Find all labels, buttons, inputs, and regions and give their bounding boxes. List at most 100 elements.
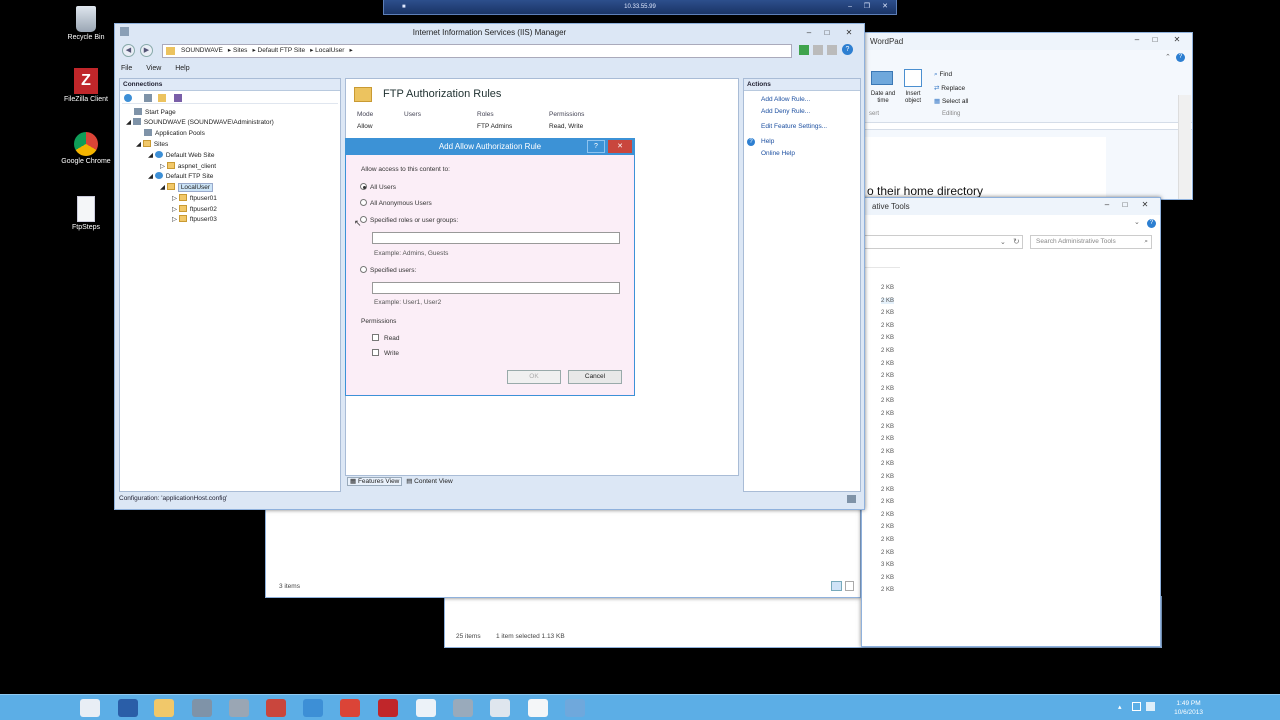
wordpad-icon[interactable] (528, 699, 548, 717)
close-remote-icon[interactable]: ✕ (882, 0, 888, 14)
replace-button[interactable]: ⇄ Replace (934, 84, 965, 92)
shortcut-icon[interactable] (490, 699, 510, 717)
address-bar[interactable]: SOUNDWAVE ▸ Sites ▸ Default FTP Site ▸ Loca… (162, 44, 792, 58)
network-tray-icon[interactable] (1146, 702, 1155, 711)
add-deny-rule-link[interactable]: Add Deny Rule... (761, 108, 810, 115)
help-icon[interactable]: ? (1176, 53, 1185, 62)
tree-default-web-site[interactable]: ◢ Default Web Site (148, 151, 214, 160)
content-view-tab[interactable]: ▤ Content View (406, 478, 453, 485)
features-view-tab[interactable]: ▦ Features View (347, 477, 403, 486)
radio-all-anonymous[interactable]: All Anonymous Users (360, 199, 432, 207)
desktop-icon-recycle-bin[interactable]: Recycle Bin (61, 6, 111, 42)
write-checkbox[interactable]: Write (372, 349, 399, 357)
dialog-close-button[interactable]: ✕ (608, 140, 632, 153)
filezilla-icon[interactable] (378, 699, 398, 717)
rule-permissions[interactable]: Read, Write (549, 123, 583, 130)
tree-default-ftp-site[interactable]: ◢ Default FTP Site (148, 172, 213, 181)
tree-app-pools[interactable]: Application Pools (144, 129, 205, 138)
column-header[interactable] (862, 254, 900, 268)
rule-mode[interactable]: Allow (357, 123, 373, 130)
tools-icon[interactable] (229, 699, 249, 717)
vertical-scrollbar[interactable] (1149, 254, 1160, 646)
insert-object-button[interactable]: Insert object (900, 91, 926, 105)
tree-ftpuser02[interactable]: ▷ ftpuser02 (172, 205, 217, 214)
network-icon[interactable] (453, 699, 473, 717)
tray-arrow-icon[interactable]: ▴ (1118, 703, 1122, 711)
clock[interactable]: 1:49 PM 10/6/2013 (1174, 699, 1203, 717)
search-input[interactable]: Search Administrative Tools ⌕ (1030, 235, 1152, 249)
close-icon[interactable]: ✕ (1136, 198, 1154, 212)
ok-button[interactable]: OK (507, 370, 561, 384)
cancel-button[interactable]: Cancel (568, 370, 622, 384)
ribbon-collapse-icon[interactable]: ⌃ (1165, 53, 1171, 61)
ribbon-expand-icon[interactable]: ⌄ (1134, 218, 1140, 226)
ruler[interactable] (862, 122, 1192, 130)
snip-icon[interactable] (565, 699, 585, 717)
tree-localuser[interactable]: ◢ LocalUser (160, 183, 214, 192)
menu-view[interactable]: View (146, 65, 161, 72)
delete-connection-icon[interactable] (174, 94, 182, 102)
powershell-icon[interactable] (118, 699, 138, 717)
breadcrumb-item[interactable]: Default FTP Site (258, 47, 306, 54)
radio-specified-users[interactable]: Specified users: (360, 266, 416, 274)
users-input[interactable] (372, 282, 620, 294)
chrome-icon[interactable] (340, 699, 360, 717)
address-dropdown-icon[interactable]: ⌄ (1000, 238, 1006, 246)
refresh-icon[interactable] (799, 45, 809, 55)
action-center-icon[interactable] (1132, 702, 1141, 711)
back-button[interactable]: ◀ (122, 44, 135, 57)
breadcrumb-item[interactable]: Sites (233, 47, 247, 54)
close-icon[interactable]: ✕ (840, 26, 858, 40)
dialog-help-button[interactable]: ? (587, 140, 605, 153)
tree-ftpuser03[interactable]: ▷ ftpuser03 (172, 215, 217, 224)
connect-icon[interactable] (124, 94, 132, 102)
help-icon[interactable]: ? (842, 44, 853, 55)
iis-icon[interactable] (192, 699, 212, 717)
desktop-icon-chrome[interactable]: Google Chrome (61, 132, 111, 166)
add-allow-rule-link[interactable]: Add Allow Rule... (761, 96, 810, 103)
forward-button[interactable]: ▶ (140, 44, 153, 57)
column-mode[interactable]: Mode (357, 111, 373, 118)
vertical-scrollbar[interactable] (1178, 95, 1191, 199)
radio-all-users[interactable]: All Users (360, 183, 396, 191)
desktop-icon-filezilla[interactable]: Z FileZilla Client (61, 68, 111, 104)
edit-feature-settings-link[interactable]: Edit Feature Settings... (761, 123, 827, 130)
column-roles[interactable]: Roles (477, 111, 494, 118)
tree-server[interactable]: ◢ SOUNDWAVE (SOUNDWAVE\Administrator) (126, 118, 274, 127)
menu-help[interactable]: Help (175, 65, 189, 72)
address-bar[interactable]: ⌄ ↻ (862, 235, 1023, 249)
roles-input[interactable] (372, 232, 620, 244)
maximize-icon[interactable]: □ (1116, 198, 1134, 212)
tree-start-page[interactable]: Start Page (134, 108, 176, 117)
notepad-icon[interactable] (416, 699, 436, 717)
minimize-icon[interactable]: – (1098, 198, 1116, 212)
close-icon[interactable]: ✕ (1168, 33, 1186, 47)
maximize-icon[interactable]: □ (1146, 33, 1164, 47)
minimize-icon[interactable]: – (1128, 33, 1146, 47)
tree-aspnet-client[interactable]: ▷ aspnet_client (160, 162, 216, 171)
tree-sites[interactable]: ◢ Sites (136, 140, 168, 149)
ie-icon[interactable] (303, 699, 323, 717)
save-icon[interactable] (144, 94, 152, 102)
read-checkbox[interactable]: Read (372, 334, 400, 342)
maximize-icon[interactable]: □ (818, 26, 836, 40)
tree-ftpuser01[interactable]: ▷ ftpuser01 (172, 194, 217, 203)
details-view-icon[interactable] (831, 581, 842, 591)
restore-remote-icon[interactable]: ❐ (864, 0, 870, 14)
find-button[interactable]: ⌕ Find (934, 71, 952, 79)
pin-icon[interactable]: ■ (402, 0, 406, 14)
online-help-link[interactable]: Online Help (761, 150, 795, 157)
home-icon[interactable] (827, 45, 837, 55)
minimize-icon[interactable]: – (800, 26, 818, 40)
radio-specified-roles[interactable]: Specified roles or user groups: (360, 216, 458, 224)
up-icon[interactable] (158, 94, 166, 102)
column-permissions[interactable]: Permissions (549, 111, 584, 118)
column-users[interactable]: Users (404, 111, 421, 118)
breadcrumb-item[interactable]: SOUNDWAVE (181, 47, 223, 54)
file-explorer-icon[interactable] (154, 699, 174, 717)
breadcrumb-item[interactable]: LocalUser (315, 47, 344, 54)
minimize-remote-icon[interactable]: – (848, 0, 852, 14)
help-icon[interactable]: ? (1147, 219, 1156, 228)
server-manager-icon[interactable] (80, 699, 100, 717)
stop-icon[interactable] (813, 45, 823, 55)
